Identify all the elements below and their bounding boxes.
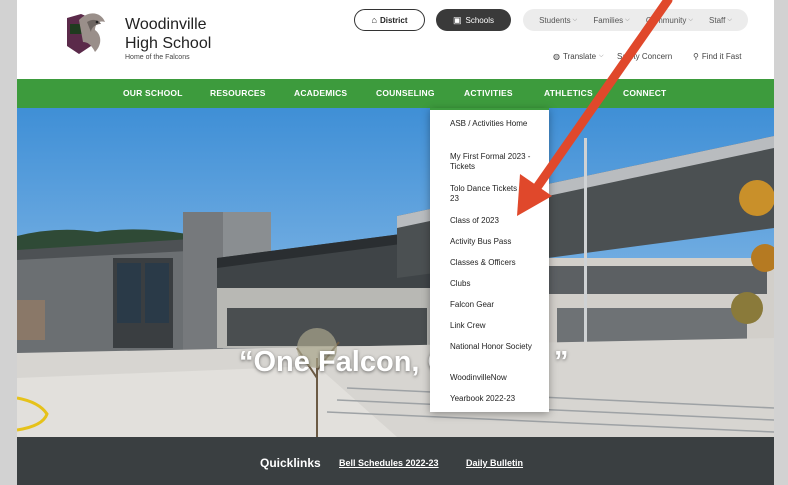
menu-students[interactable]: Students ⌵ [539,16,577,25]
home-icon: ⌂ [371,15,377,25]
nav-athletics[interactable]: ATHLETICS [544,79,593,108]
falcon-logo[interactable] [61,8,107,60]
chevron-down-icon: ⌵ [625,16,630,23]
hero-banner: “One Falcon, O ” [17,108,774,437]
dropdown-item-yearbook[interactable]: Yearbook 2022-23 [450,394,542,404]
menu-community-label: Community [645,15,687,25]
find-it-fast-label: Find it Fast [701,52,742,61]
school-name-line1: Woodinville [125,16,207,33]
nav-counseling[interactable]: COUNSELING [376,79,435,108]
schools-label: Schools [465,15,494,25]
translate-label: Translate [562,52,597,61]
dropdown-item-class-of-2023[interactable]: Class of 2023 [450,216,542,226]
menu-families-label: Families [593,15,624,25]
globe-icon: ◍ [553,52,560,61]
chevron-down-icon: ⌵ [688,16,693,23]
audience-menu-group: Students ⌵ Families ⌵ Community ⌵ Staff ⌵ [523,9,748,31]
browser-page: Woodinville High School Home of the Falc… [17,0,774,485]
chevron-down-icon: ⌵ [572,16,578,23]
dropdown-item-classes-officers[interactable]: Classes & Officers [450,258,542,268]
menu-students-label: Students [539,15,571,25]
hero-quote-end: ” [554,346,569,378]
quicklink-daily-bulletin[interactable]: Daily Bulletin [466,458,523,468]
dropdown-item-woodinvillenow[interactable]: WoodinvilleNow [450,373,542,383]
dropdown-item-my-first-formal[interactable]: My First Formal 2023 - Tickets [450,152,542,172]
hero-photo [17,108,774,437]
quicklinks-label: Quicklinks [260,456,321,470]
nav-our-school[interactable]: OUR SCHOOL [123,79,183,108]
dropdown-item-asb-activities-home[interactable]: ASB / Activities Home [450,119,542,129]
activities-dropdown: ASB / Activities Home My First Formal 20… [430,108,549,412]
menu-community[interactable]: Community ⌵ [646,16,693,25]
nav-academics[interactable]: ACADEMICS [294,79,347,108]
find-it-fast-link[interactable]: ⚲ Find it Fast [693,52,741,61]
menu-staff[interactable]: Staff ⌵ [709,16,732,25]
translate-link[interactable]: ◍ Translate ⌵ [553,52,604,61]
search-icon: ⚲ [693,52,699,61]
quicklink-bell-schedules[interactable]: Bell Schedules 2022-23 [339,458,439,468]
dropdown-item-falcon-gear[interactable]: Falcon Gear [450,300,542,310]
tagline: Home of the Falcons [125,54,190,61]
nav-connect[interactable]: CONNECT [623,79,666,108]
nav-activities[interactable]: ACTIVITIES [464,79,513,108]
hero-quote: “One Falcon, O [239,346,451,378]
school-name-line2: High School [125,35,212,52]
school-name[interactable]: Woodinville High School [125,15,211,53]
safety-concern-link[interactable]: Safety Concern [617,52,672,61]
safety-concern-label: Safety Concern [617,52,673,61]
nav-resources[interactable]: RESOURCES [210,79,266,108]
main-nav: OUR SCHOOL RESOURCES ACADEMICS COUNSELIN… [17,79,774,108]
menu-families[interactable]: Families ⌵ [593,16,629,25]
menu-staff-label: Staff [709,15,726,25]
school-bus-icon: ▣ [453,14,462,25]
site-header: Woodinville High School Home of the Falc… [17,0,774,79]
district-label: District [379,15,408,25]
dropdown-item-link-crew[interactable]: Link Crew [450,321,542,331]
quicklinks-bar: Quicklinks Bell Schedules 2022-23 Daily … [17,437,774,485]
chevron-down-icon: ⌵ [727,16,732,23]
dropdown-item-tolo-dance-tickets[interactable]: Tolo Dance Tickets 2022-23 [450,184,542,204]
schools-button[interactable]: ▣ Schools [436,9,511,31]
dropdown-item-clubs[interactable]: Clubs [450,279,542,289]
chevron-down-icon: ⌵ [599,53,604,59]
dropdown-item-activity-bus-pass[interactable]: Activity Bus Pass [450,237,542,247]
district-button[interactable]: ⌂ District [354,9,425,31]
dropdown-item-national-honor-society[interactable]: National Honor Society [450,342,542,352]
